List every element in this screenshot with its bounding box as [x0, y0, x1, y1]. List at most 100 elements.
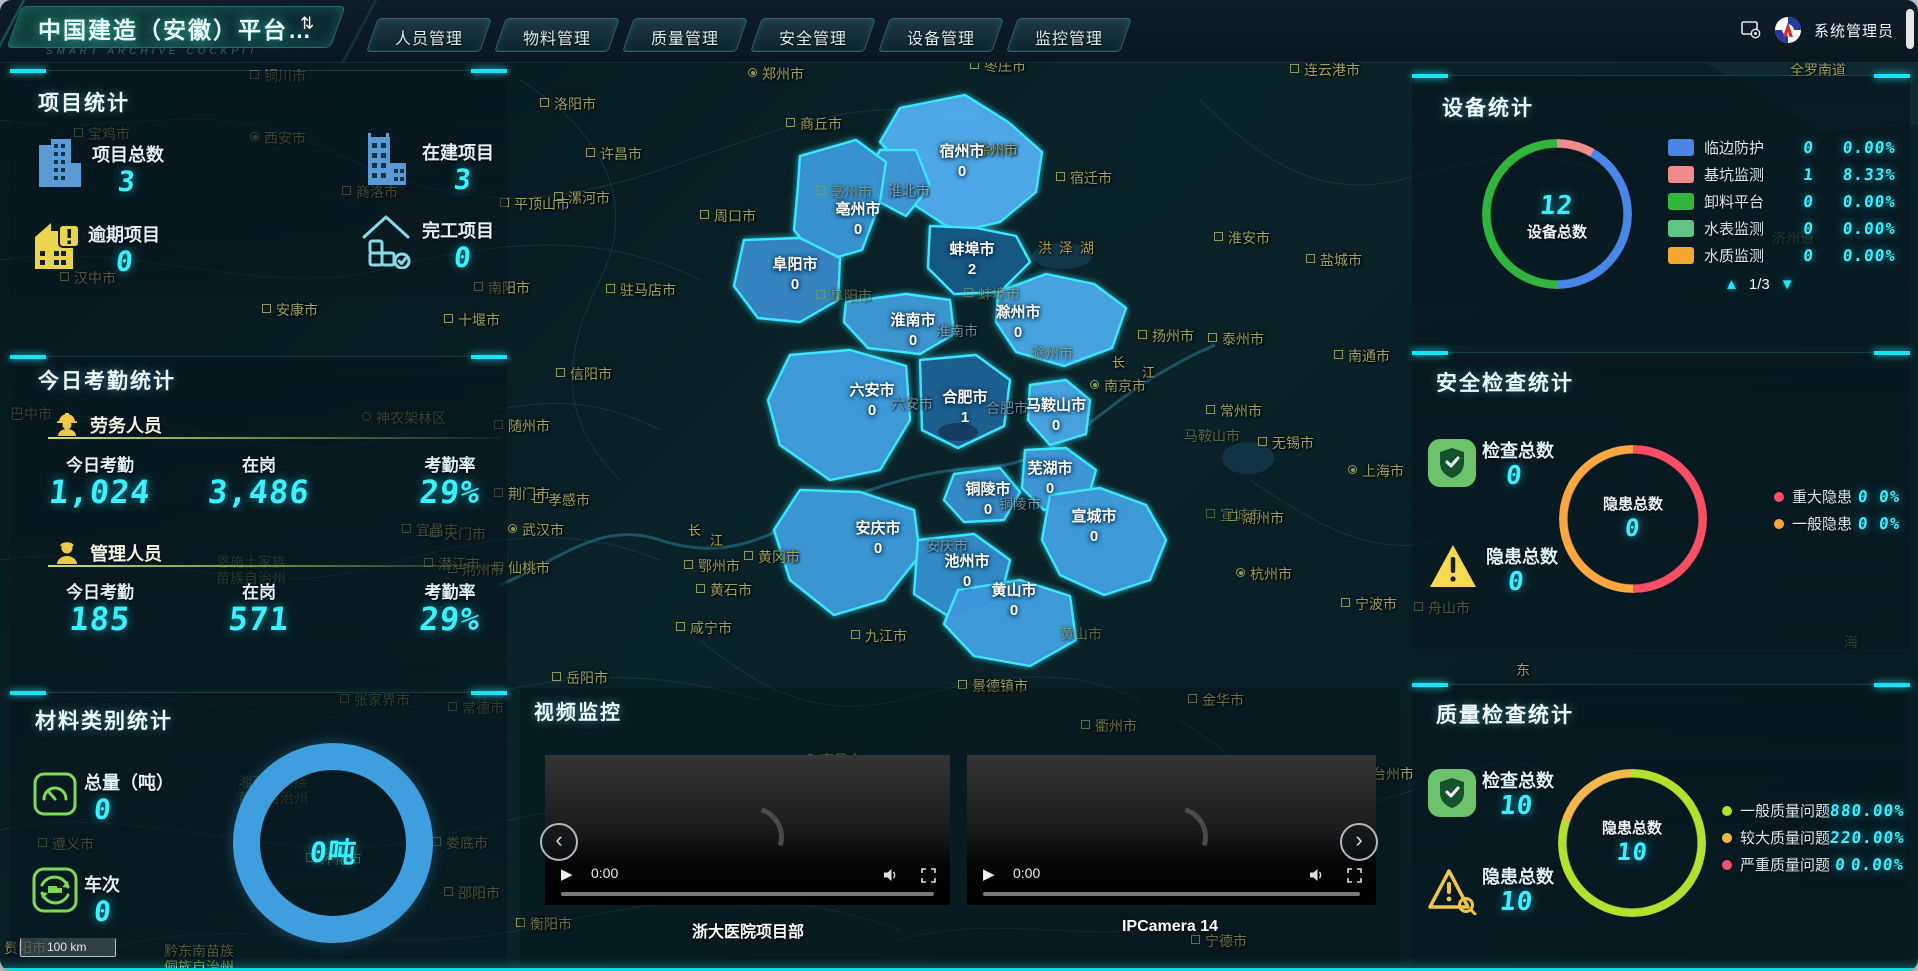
carousel-prev-button[interactable]: ‹	[540, 823, 578, 861]
map-city-marker[interactable]: 蚌埠市2	[949, 240, 994, 280]
stat-value: 3	[116, 165, 137, 198]
tab-label: 人员管理	[372, 25, 486, 49]
map-city-marker[interactable]: 宣城市0	[1071, 507, 1116, 547]
map-label: 咸宁市	[676, 618, 732, 638]
tab-label: 质量管理	[628, 25, 742, 49]
legend-percent: 0%	[1868, 514, 1901, 533]
panel-material: 材料类别统计 总量（吨） 0 车次 0 0吨	[10, 692, 507, 966]
stat-value: 29%	[388, 600, 512, 638]
map-city-name: 淮南市	[890, 311, 935, 331]
legend-item[interactable]: 临边防护00.00%	[1668, 134, 1896, 161]
map-city-count: 0	[944, 572, 989, 592]
progress-bar[interactable]	[983, 892, 1360, 896]
map-city-marker[interactable]: 合肥市1	[942, 388, 987, 428]
legend-label: 重大隐患	[1792, 486, 1852, 507]
map-city-count: 0	[855, 539, 900, 559]
play-button[interactable]: ▶	[561, 865, 573, 883]
map-city-marker[interactable]: 安庆市0	[855, 519, 900, 559]
tab-equipment[interactable]: 设备管理	[884, 18, 998, 52]
map-marker-icon	[964, 288, 973, 297]
map-label: 六安市	[891, 394, 933, 414]
legend-item[interactable]: 一般质量问题880.00%	[1722, 797, 1904, 824]
map-label: 安康市	[262, 300, 318, 320]
tab-material[interactable]: 物料管理	[500, 18, 614, 52]
tab-personnel[interactable]: 人员管理	[372, 18, 486, 52]
play-button[interactable]: ▶	[983, 865, 995, 883]
map-city-marker[interactable]: 池州市0	[944, 552, 989, 592]
legend-percent: 80.00%	[1840, 801, 1906, 820]
map-city-marker[interactable]: 马鞍山市0	[1026, 396, 1086, 436]
shield-check-icon	[1428, 769, 1476, 817]
map-city-name: 黄山市	[991, 581, 1036, 601]
map-city-marker[interactable]: 六安市0	[849, 381, 894, 421]
legend-item[interactable]: 重大隐患00%	[1774, 483, 1900, 510]
stat-label: 检查总数	[1482, 437, 1554, 463]
admin-name[interactable]: 系统管理员	[1814, 20, 1894, 41]
legend-item[interactable]: 水表监测00.00%	[1668, 215, 1896, 242]
stat-value: 0	[452, 241, 473, 274]
map-city-marker[interactable]: 亳州市0	[835, 200, 880, 240]
video-player-1[interactable]: ▶ 0:00	[545, 755, 950, 905]
title-sort-icon[interactable]: ⇅	[300, 14, 314, 34]
tab-safety[interactable]: 安全管理	[756, 18, 870, 52]
map-city-count: 0	[991, 601, 1036, 621]
map-marker-icon	[700, 210, 709, 219]
volume-icon[interactable]	[883, 867, 899, 883]
legend-item[interactable]: 水质监测00.00%	[1668, 242, 1896, 269]
page-down-icon[interactable]: ▼	[1780, 276, 1795, 293]
divider	[48, 565, 499, 567]
map-marker-icon	[552, 672, 561, 681]
map-city-marker[interactable]: 淮南市0	[890, 311, 935, 351]
map-city-marker[interactable]: 滁州市0	[995, 303, 1040, 343]
map-city-count: 0	[995, 323, 1040, 343]
scrollbar-thumb[interactable]	[1906, 9, 1914, 49]
legend-percent: 0.00%	[1845, 855, 1905, 874]
map-city-name: 宣城市	[1071, 507, 1116, 527]
carousel-next-button[interactable]: ›	[1340, 823, 1378, 861]
map-label: 周口市	[700, 206, 756, 226]
map-marker-icon	[554, 192, 563, 201]
map-marker-icon	[744, 551, 753, 560]
tab-label: 安全管理	[756, 25, 870, 49]
panel-title: 质量检查统计	[1436, 699, 1574, 729]
map-city-marker[interactable]: 芜湖市0	[1027, 459, 1072, 499]
legend-label: 较大质量问题	[1740, 827, 1830, 848]
volume-icon[interactable]	[1309, 867, 1325, 883]
video-player-2[interactable]: ▶ 0:00	[967, 755, 1376, 905]
map-city-marker[interactable]: 铜陵市0	[965, 480, 1010, 520]
donut-center: 隐患总数 10	[1558, 817, 1706, 866]
map-city-marker[interactable]: 黄山市0	[991, 581, 1036, 621]
stat-label: 总量（吨）	[84, 769, 174, 795]
stat-value: 29%	[388, 473, 512, 511]
legend-item[interactable]: 基坑监测18.33%	[1668, 161, 1896, 188]
map-label: 杭州市	[1236, 564, 1292, 584]
avatar[interactable]	[1774, 16, 1802, 44]
map-label: 长	[688, 520, 701, 539]
panel-title: 今日考勤统计	[38, 365, 176, 395]
page-up-icon[interactable]: ▲	[1724, 276, 1739, 293]
legend-item[interactable]: 卸料平台00.00%	[1668, 188, 1896, 215]
legend-item[interactable]: 严重质量问题00.00%	[1722, 851, 1904, 878]
fullscreen-icon[interactable]	[1347, 868, 1362, 883]
tab-monitoring[interactable]: 监控管理	[1012, 18, 1126, 52]
legend-label: 水表监测	[1704, 218, 1784, 239]
legend-label: 严重质量问题	[1740, 854, 1830, 875]
map-marker-icon	[1206, 405, 1215, 414]
map-city-marker[interactable]: 宿州市0	[939, 142, 984, 182]
legend-item[interactable]: 一般隐患00%	[1774, 510, 1900, 537]
map-marker-icon	[1236, 568, 1245, 577]
map-city-marker[interactable]: 阜阳市0	[772, 255, 817, 295]
screen-settings-icon[interactable]	[1740, 20, 1762, 40]
map-marker-icon	[1138, 330, 1147, 339]
progress-bar[interactable]	[561, 892, 934, 896]
stat-label: 完工项目	[422, 217, 494, 243]
tab-quality[interactable]: 质量管理	[628, 18, 742, 52]
map-label: 武汉市	[508, 520, 564, 540]
legend-item[interactable]: 较大质量问题220.00%	[1722, 824, 1904, 851]
fullscreen-icon[interactable]	[921, 868, 936, 883]
panel-quality-stats: 质量检查统计 检查总数 10 隐患总数 10 隐患总数 10 一般质量问题880…	[1412, 684, 1910, 966]
map-marker-icon	[534, 494, 543, 503]
map-city-count: 0	[835, 220, 880, 240]
tab-label: 监控管理	[1012, 25, 1126, 49]
map-label: 亳州市	[816, 182, 872, 202]
